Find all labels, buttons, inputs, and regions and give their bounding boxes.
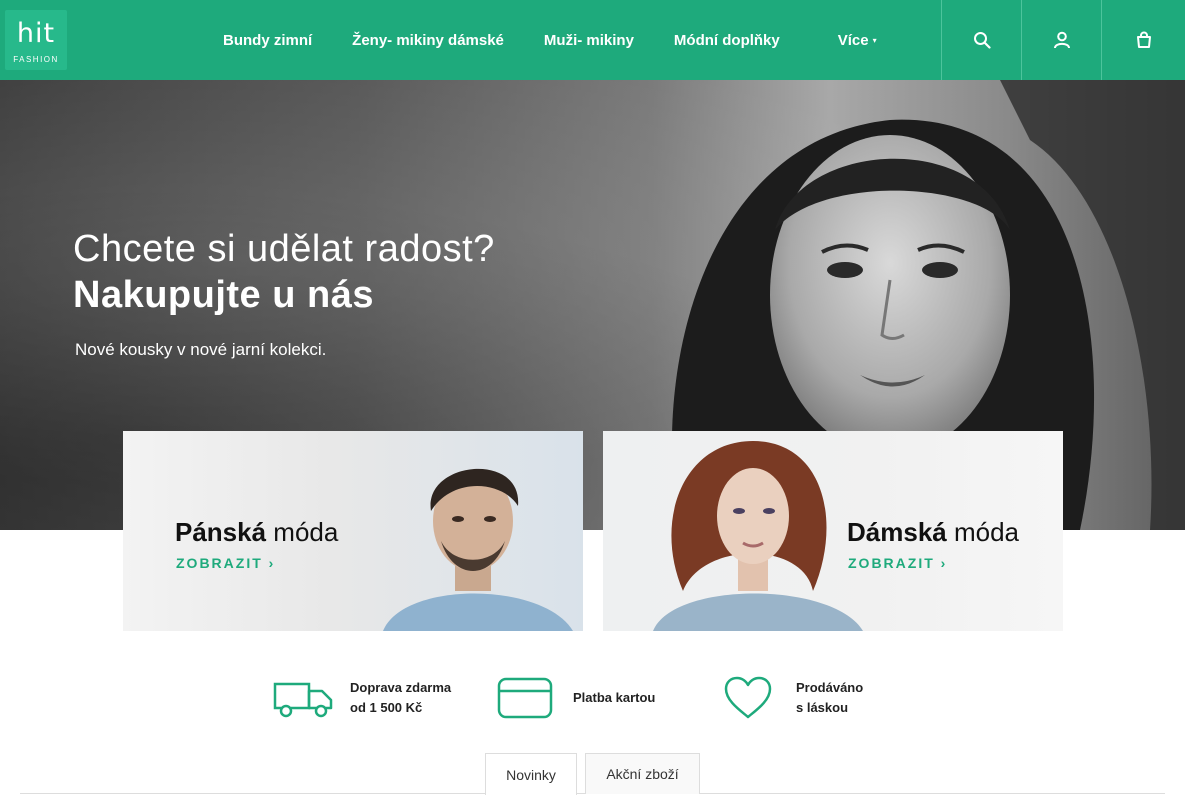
logo[interactable]: hit FASHION	[5, 10, 67, 70]
hero-tagline: Nové kousky v nové jarní kolekci.	[75, 340, 327, 359]
search-icon	[973, 32, 991, 49]
women-model-image	[653, 441, 863, 631]
credit-card-icon	[497, 677, 553, 719]
search-button[interactable]	[941, 0, 1021, 80]
hero-subheading: Nakupujte u nás	[73, 274, 374, 316]
women-show-link[interactable]: ZOBRAZIT ›	[848, 555, 947, 571]
cart-icon	[1136, 31, 1151, 48]
category-card-women[interactable]: Dámská móda ZOBRAZIT ›	[603, 431, 1063, 631]
logo-subtitle: FASHION	[13, 55, 59, 64]
benefit-shipping-line2: od 1 500 Kč	[350, 700, 423, 715]
logo-word: hit	[16, 18, 56, 49]
benefit-love-line2: s láskou	[796, 700, 849, 715]
heart-icon	[724, 676, 772, 719]
tab-akcni-zbozi[interactable]: Akční zboží	[585, 753, 700, 794]
nav-item-zeny-mikiny[interactable]: Ženy- mikiny dámské	[332, 32, 524, 49]
benefit-free-shipping: Doprava zdarma od 1 500 Kč	[273, 676, 451, 720]
caret-down-icon: ▾	[872, 36, 877, 46]
tab-novinky[interactable]: Novinky	[485, 753, 577, 795]
nav-item-bundy-zimni[interactable]: Bundy zimní	[203, 32, 332, 49]
nav-more-menu[interactable]: Více ▾	[818, 32, 897, 49]
account-button[interactable]	[1021, 0, 1101, 80]
site-header: hit FASHION Bundy zimní Ženy- mikiny dám…	[0, 0, 1185, 80]
women-title-rest: móda	[946, 517, 1019, 547]
user-icon	[1053, 31, 1070, 49]
benefit-love-line1: Prodáváno	[796, 680, 864, 695]
nav-more-label: Více	[837, 31, 869, 49]
benefit-shipping-line1: Doprava zdarma	[350, 680, 452, 695]
cart-button[interactable]	[1101, 0, 1185, 80]
benefit-card-payment: Platba kartou	[497, 676, 655, 720]
category-card-men[interactable]: Pánská móda ZOBRAZIT ›	[123, 431, 583, 631]
nav-item-muzi-mikiny[interactable]: Muži- mikiny	[524, 32, 654, 49]
men-category-title: Pánská móda	[175, 517, 338, 548]
benefit-sold-with-love: Prodáváno s láskou	[723, 676, 863, 720]
women-title-strong: Dámská	[847, 517, 947, 547]
men-title-rest: móda	[266, 517, 339, 547]
nav-item-modni-doplnky[interactable]: Módní doplňky	[654, 32, 800, 49]
page: hit FASHION Bundy zimní Ženy- mikiny dám…	[0, 0, 1200, 800]
main-nav: Bundy zimní Ženy- mikiny dámské Muži- mi…	[203, 0, 897, 80]
women-category-title: Dámská móda	[847, 517, 1019, 548]
truck-icon	[273, 682, 333, 718]
men-show-link[interactable]: ZOBRAZIT ›	[176, 555, 275, 571]
benefit-shipping-text: Doprava zdarma od 1 500 Kč	[350, 678, 451, 718]
hero-heading: Chcete si udělat radost?	[73, 228, 495, 270]
benefit-payment-text: Platba kartou	[573, 688, 655, 708]
benefit-love-text: Prodáváno s láskou	[796, 678, 863, 718]
men-title-strong: Pánská	[175, 517, 267, 547]
benefit-payment-line1: Platba kartou	[573, 690, 656, 705]
men-model-image	[383, 468, 573, 631]
